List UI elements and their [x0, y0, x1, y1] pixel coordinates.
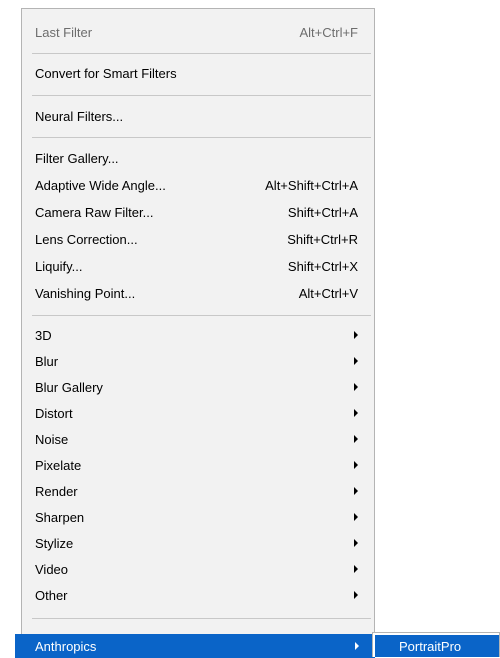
submenu-arrow-icon: [354, 435, 358, 443]
menu-item-label: Sharpen: [35, 509, 85, 525]
menu-item-label: Convert for Smart Filters: [35, 65, 177, 81]
menu-separator: [32, 618, 371, 619]
submenu-arrow-icon: [354, 331, 358, 339]
menu-item-label: Video: [35, 561, 69, 577]
menu-item-convert-smart-filters[interactable]: Convert for Smart Filters: [22, 61, 374, 85]
submenu-item-other[interactable]: Other: [22, 583, 374, 607]
menu-separator: [32, 53, 371, 54]
menu-item-shortcut: Alt+Ctrl+F: [299, 24, 358, 40]
submenu-arrow-icon: [354, 591, 358, 599]
anthropics-submenu: PortraitPro: [372, 632, 500, 657]
menu-item-label: Neural Filters...: [35, 108, 124, 124]
menu-separator: [32, 315, 371, 316]
menu-item-filter-gallery[interactable]: Filter Gallery...: [22, 146, 374, 170]
menu-item-label: Distort: [35, 405, 73, 421]
menu-item-label: Lens Correction...: [35, 231, 138, 247]
submenu-item-sharpen[interactable]: Sharpen: [22, 505, 374, 529]
menu-item-label: Other: [35, 587, 68, 603]
submenu-item-video[interactable]: Video: [22, 557, 374, 581]
submenu-arrow-icon: [354, 409, 358, 417]
submenu-arrow-icon: [354, 513, 358, 521]
submenu-item-render[interactable]: Render: [22, 479, 374, 503]
menu-item-label: Blur: [35, 353, 59, 369]
submenu-arrow-icon: [354, 539, 358, 547]
menu-item-vanishing-point[interactable]: Vanishing Point... Alt+Ctrl+V: [22, 281, 374, 305]
menu-item-label: Filter Gallery...: [35, 150, 119, 166]
menu-item-label: Adaptive Wide Angle...: [35, 177, 166, 193]
menu-item-label: Last Filter: [35, 24, 93, 40]
menu-item-label: PortraitPro: [399, 638, 462, 654]
menu-item-shortcut: Alt+Shift+Ctrl+A: [265, 177, 358, 193]
menu-separator: [32, 137, 371, 138]
menu-item-adaptive-wide-angle[interactable]: Adaptive Wide Angle... Alt+Shift+Ctrl+A: [22, 173, 374, 197]
menu-item-label: 3D: [35, 327, 52, 343]
menu-item-shortcut: Alt+Ctrl+V: [298, 285, 358, 301]
submenu-item-distort[interactable]: Distort: [22, 401, 374, 425]
menu-item-label: Noise: [35, 431, 69, 447]
menu-item-label: Pixelate: [35, 457, 82, 473]
submenu-item-anthropics[interactable]: Anthropics: [15, 634, 375, 658]
menu-item-last-filter[interactable]: Last Filter Alt+Ctrl+F: [22, 20, 374, 44]
menu-item-label: Anthropics: [35, 638, 97, 654]
submenu-arrow-icon: [354, 383, 358, 391]
menu-item-label: Stylize: [35, 535, 74, 551]
submenu-item-blur-gallery[interactable]: Blur Gallery: [22, 375, 374, 399]
menu-item-label: Camera Raw Filter...: [35, 204, 154, 220]
menu-item-portraitpro[interactable]: PortraitPro: [375, 635, 499, 657]
menu-item-camera-raw-filter[interactable]: Camera Raw Filter... Shift+Ctrl+A: [22, 200, 374, 224]
submenu-item-3d[interactable]: 3D: [22, 323, 374, 347]
menu-item-shortcut: Shift+Ctrl+X: [287, 258, 358, 274]
menu-item-label: Liquify...: [35, 258, 83, 274]
filter-menu: Last Filter Alt+Ctrl+F Convert for Smart…: [15, 8, 375, 658]
menu-separator: [32, 95, 371, 96]
menu-item-neural-filters[interactable]: Neural Filters...: [22, 104, 374, 128]
submenu-item-stylize[interactable]: Stylize: [22, 531, 374, 555]
menu-item-label: Render: [35, 483, 78, 499]
submenu-arrow-icon: [354, 487, 358, 495]
menu-item-shortcut: Shift+Ctrl+A: [287, 204, 358, 220]
submenu-item-blur[interactable]: Blur: [22, 349, 374, 373]
submenu-item-noise[interactable]: Noise: [22, 427, 374, 451]
menu-item-label: Vanishing Point...: [35, 285, 136, 301]
submenu-arrow-icon: [354, 565, 358, 573]
menu-item-label: Blur Gallery: [35, 379, 103, 395]
menu-item-lens-correction[interactable]: Lens Correction... Shift+Ctrl+R: [22, 227, 374, 251]
submenu-arrow-icon: [354, 461, 358, 469]
submenu-arrow-icon: [354, 357, 358, 365]
submenu-item-pixelate[interactable]: Pixelate: [22, 453, 374, 477]
submenu-arrow-icon: [355, 642, 359, 650]
menu-item-shortcut: Shift+Ctrl+R: [287, 231, 358, 247]
menu-item-liquify[interactable]: Liquify... Shift+Ctrl+X: [22, 254, 374, 278]
